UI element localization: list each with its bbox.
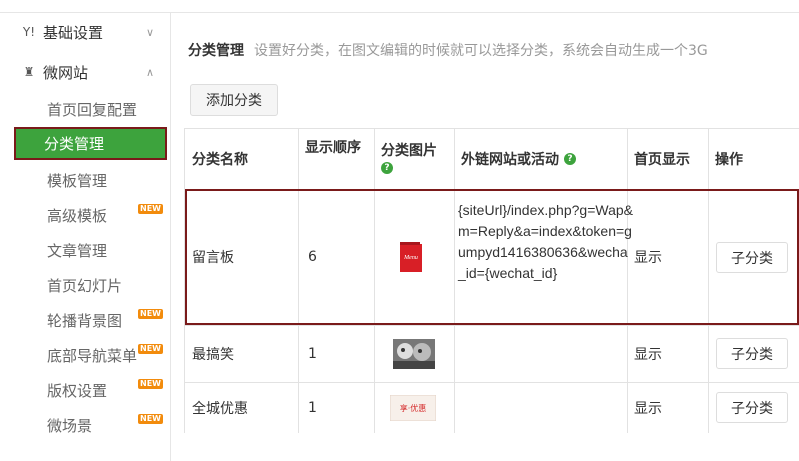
category-image-thumbnail[interactable] [393, 339, 435, 369]
page-title: 分类管理 [188, 43, 244, 59]
sidebar-item-label: 微场景 [47, 416, 93, 435]
sidebar-item-carousel-background[interactable]: 轮播背景图 NEW [0, 303, 170, 337]
sidebar-item-label: 底部导航菜单 [47, 346, 138, 365]
new-badge: NEW [138, 309, 163, 319]
sidebar-item-label: 分类管理 [44, 135, 105, 153]
table-border [184, 325, 799, 326]
sidebar-section-basic-settings[interactable]: Y! 基础设置 ∨ [0, 15, 170, 49]
sidebar-item-article-management[interactable]: 文章管理 [0, 233, 170, 267]
add-category-button[interactable]: 添加分类 [190, 84, 278, 116]
help-icon[interactable]: ? [381, 162, 393, 174]
help-icon[interactable]: ? [564, 152, 576, 165]
sidebar-section-micro-site[interactable]: ♜ 微网站 ∧ [0, 55, 170, 89]
sidebar-item-copyright-settings[interactable]: 版权设置 NEW [0, 373, 170, 407]
cell-link: {siteUrl}/index.php?g=Wap&m=Reply&a=inde… [458, 202, 633, 281]
new-badge: NEW [138, 414, 163, 424]
column-header-image-label: 分类图片 [381, 143, 437, 159]
thumbnail-text: Menu [403, 255, 418, 261]
column-header-home: 首页显示 [634, 151, 690, 168]
sidebar-item-label: 轮播背景图 [47, 311, 123, 330]
cell-home-display: 显示 [634, 400, 662, 417]
sidebar-section-label: 基础设置 [43, 23, 104, 42]
sidebar-item-micro-scene[interactable]: 微场景 NEW [0, 408, 170, 442]
settings-icon: Y! [22, 25, 36, 39]
column-header-image: 分类图片 ? [381, 140, 437, 174]
cell-name: 留言板 [192, 250, 234, 266]
cell-name: 最搞笑 [192, 346, 234, 363]
subcategory-button[interactable]: 子分类 [716, 242, 788, 273]
cell-order: 1 [308, 345, 317, 362]
cell-name: 全城优惠 [192, 400, 248, 417]
sidebar-item-template-management[interactable]: 模板管理 [0, 163, 170, 197]
sidebar-item-label: 高级模板 [47, 206, 108, 225]
new-badge: NEW [138, 204, 163, 214]
sidebar-section-label: 微网站 [43, 63, 89, 82]
sidebar-item-label: 首页回复配置 [47, 100, 138, 119]
sidebar: Y! 基础设置 ∨ ♜ 微网站 ∧ 首页回复配置 分类管理 模板管理 高级模板 … [0, 13, 171, 461]
sidebar-item-label: 版权设置 [47, 381, 108, 400]
sidebar-item-label: 模板管理 [47, 171, 108, 190]
sidebar-item-bottom-nav-menu[interactable]: 底部导航菜单 NEW [0, 338, 170, 372]
chevron-up-icon: ∧ [146, 65, 155, 79]
sidebar-item-advanced-template[interactable]: 高级模板 NEW [0, 198, 170, 232]
column-header-order: 显示顺序 [305, 140, 361, 156]
home-icon: ♜ [23, 65, 35, 79]
column-header-action: 操作 [715, 151, 743, 168]
subcategory-button[interactable]: 子分类 [716, 338, 788, 369]
new-badge: NEW [138, 379, 163, 389]
sidebar-item-label: 文章管理 [47, 241, 108, 260]
chevron-down-icon: ∨ [146, 25, 155, 39]
subcategory-button[interactable]: 子分类 [716, 392, 788, 423]
new-badge: NEW [138, 344, 163, 354]
page-description: 设置好分类，在图文编辑的时候就可以选择分类，系统会自动生成一个3G [254, 43, 708, 59]
cell-order: 1 [308, 399, 317, 416]
category-image-thumbnail[interactable]: Menu [399, 241, 423, 273]
category-image-thumbnail[interactable]: 享·优惠 [389, 394, 437, 422]
sidebar-item-home-slides[interactable]: 首页幻灯片 [0, 268, 170, 302]
sidebar-item-label: 首页幻灯片 [47, 276, 123, 295]
sidebar-item-home-reply[interactable]: 首页回复配置 [0, 92, 170, 126]
category-table: 分类名称 显示顺序 分类图片 ? 外链网站或活动 ? 首页显示 操作 留言板 6… [184, 128, 799, 433]
table-border [184, 382, 799, 383]
cell-home-display: 显示 [634, 346, 662, 363]
column-header-link: 外链网站或活动 ? [461, 128, 576, 189]
column-header-name: 分类名称 [192, 151, 248, 168]
cell-home-display: 显示 [634, 250, 662, 266]
column-header-link-label: 外链网站或活动 [461, 151, 559, 168]
thumbnail-text: 享·优惠 [400, 403, 427, 413]
sidebar-item-category-management[interactable]: 分类管理 [14, 127, 167, 160]
page-header: 分类管理 设置好分类，在图文编辑的时候就可以选择分类，系统会自动生成一个3G [188, 40, 708, 60]
cell-order: 6 [308, 249, 317, 265]
